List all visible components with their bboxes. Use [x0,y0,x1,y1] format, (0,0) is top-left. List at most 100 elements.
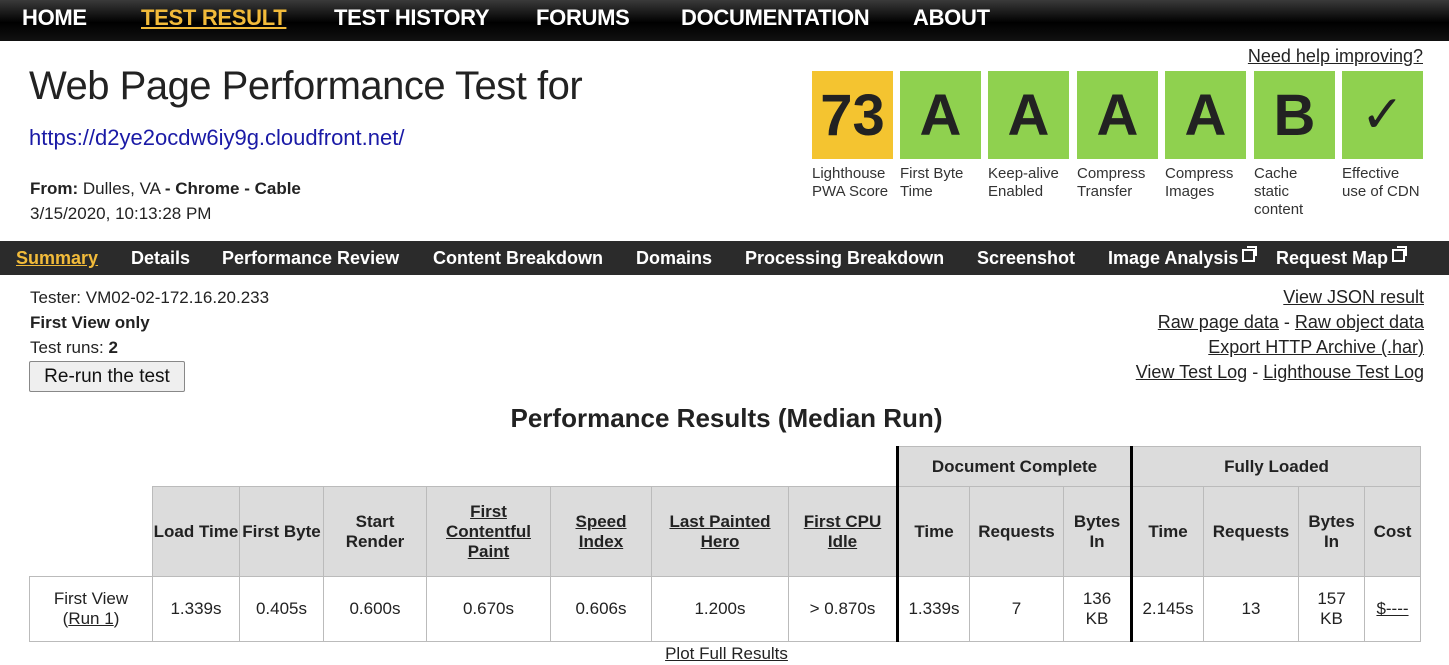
tab-details[interactable]: Details [131,248,190,269]
top-nav: HOME TEST RESULT TEST HISTORY FORUMS DOC… [0,0,1449,41]
raw-page-data-link[interactable]: Raw page data [1158,312,1279,332]
grade-label: Effective use of CDN [1342,165,1420,200]
cell-full-requests: 13 [1203,576,1299,642]
export-har-link[interactable]: Export HTTP Archive (.har) [1208,337,1424,357]
cell-doc-requests: 7 [969,576,1064,642]
view-test-log-link[interactable]: View Test Log [1136,362,1247,382]
tested-url-link[interactable]: https://d2ye2ocdw6iy9g.cloudfront.net/ [29,125,404,151]
col-doc-time: Time [896,486,970,577]
grade-value: A [1165,71,1246,159]
row-label-header [29,486,153,577]
tab-processing-breakdown[interactable]: Processing Breakdown [745,248,944,269]
test-date: 3/15/2020, 10:13:28 PM [30,204,212,223]
grade-label: Cache static content [1254,165,1304,218]
cost-link[interactable]: $---- [1376,599,1408,618]
rerun-test-button[interactable]: Re-run the test [29,361,185,392]
col-lph-link[interactable]: Last Painted Hero [669,512,770,551]
page-title: Web Page Performance Test for [29,64,583,108]
cell-full-bytes: 157 KB [1298,576,1365,642]
view-info: First View only [30,313,150,332]
cell-cpu-idle: > 0.870s [788,576,898,642]
grade-label: Keep-alive Enabled [988,165,1059,200]
grade-compress-transfer[interactable]: A Compress Transfer [1077,71,1158,201]
tab-content-breakdown[interactable]: Content Breakdown [433,248,603,269]
col-full-requests: Requests [1203,486,1299,577]
grade-keep-alive[interactable]: A Keep-alive Enabled [988,71,1069,201]
col-cpu-idle[interactable]: First CPU Idle [788,486,898,577]
result-tabs: Summary Details Performance Review Conte… [0,241,1449,275]
tab-label: Image Analysis [1108,248,1239,268]
grade-label: First Byte Time [900,165,964,200]
col-speed-index-link[interactable]: Speed Index [575,512,626,551]
col-doc-bytes: Bytes In [1063,486,1132,577]
nav-test-result[interactable]: TEST RESULT [141,5,287,31]
cell-cost[interactable]: $---- [1364,576,1421,642]
header-spacer [30,447,898,487]
checkmark-icon: ✓ [1342,71,1423,159]
runs-value: 2 [108,338,118,357]
nav-documentation[interactable]: DOCUMENTATION [681,5,870,31]
cell-start-render: 0.600s [323,576,427,642]
external-link-icon [1392,246,1408,262]
test-runs: Test runs: 2 [30,338,118,358]
grade-cache-static[interactable]: B Cache static content [1254,71,1335,219]
from-label: From: [30,179,79,198]
cell-load-time: 1.339s [152,576,240,642]
tab-label: Request Map [1276,248,1389,268]
grade-compress-images[interactable]: A Compress Images [1165,71,1246,201]
test-location: From: Dulles, VA - Chrome - Cable [30,179,301,199]
raw-object-data-link[interactable]: Raw object data [1295,312,1424,332]
grade-label: Compress Images [1165,165,1234,200]
separator: - [1252,362,1259,382]
group-fully-loaded: Fully Loaded [1130,446,1421,487]
json-link-row: View JSON result [1283,287,1424,308]
grade-value: A [900,71,981,159]
col-fcp-link[interactable]: First Contentful Paint [446,502,531,561]
nav-about[interactable]: ABOUT [913,5,990,31]
tab-image-analysis[interactable]: Image Analysis [1108,246,1258,269]
cell-doc-time: 1.339s [896,576,970,642]
col-cpu-idle-link[interactable]: First CPU Idle [804,512,881,551]
sep-1: - [164,179,171,198]
run-close: ) [113,609,120,628]
grade-lighthouse-pwa[interactable]: 73 Lighthouse PWA Score [812,71,893,201]
runs-label: Test runs: [30,338,104,357]
need-help-link[interactable]: Need help improving? [1248,46,1423,67]
col-speed-index[interactable]: Speed Index [550,486,652,577]
results-title: Performance Results (Median Run) [510,403,943,433]
col-first-byte: First Byte [239,486,324,577]
col-lph[interactable]: Last Painted Hero [651,486,789,577]
tab-request-map[interactable]: Request Map [1276,246,1408,269]
sep-2: - [244,179,250,198]
grade-cdn[interactable]: ✓ Effective use of CDN [1342,71,1423,201]
separator: - [1283,312,1290,332]
col-load-time: Load Time [152,486,240,577]
row-label-text: First View [53,589,129,608]
cell-doc-bytes: 136 KB [1063,576,1132,642]
cell-speed-index: 0.606s [550,576,652,642]
col-cost: Cost [1364,486,1421,577]
results-table: Document Complete Fully Loaded Load Time… [29,446,1421,642]
logs-row: View Test Log - Lighthouse Test Log [1136,362,1424,383]
view-json-link[interactable]: View JSON result [1283,287,1424,307]
grade-first-byte[interactable]: A First Byte Time [900,71,981,201]
plot-full-results-link[interactable]: Plot Full Results [0,644,1449,664]
tab-domains[interactable]: Domains [636,248,712,269]
location-text: Dulles, VA [82,179,161,198]
tab-summary[interactable]: Summary [16,248,98,269]
tab-screenshot[interactable]: Screenshot [977,248,1075,269]
col-doc-requests: Requests [969,486,1064,577]
browser-text: Chrome [175,179,240,198]
cell-full-time: 2.145s [1130,576,1204,642]
nav-home[interactable]: HOME [22,5,87,31]
raw-data-row: Raw page data - Raw object data [1158,312,1424,333]
cell-first-byte: 0.405s [239,576,324,642]
col-start-render: Start Render [323,486,427,577]
col-fcp[interactable]: First Contentful Paint [426,486,551,577]
tab-performance-review[interactable]: Performance Review [222,248,399,269]
run-1-link[interactable]: Run 1 [68,609,113,628]
nav-test-history[interactable]: TEST HISTORY [334,5,490,31]
cell-fcp: 0.670s [426,576,551,642]
lighthouse-log-link[interactable]: Lighthouse Test Log [1263,362,1424,382]
nav-forums[interactable]: FORUMS [536,5,630,31]
